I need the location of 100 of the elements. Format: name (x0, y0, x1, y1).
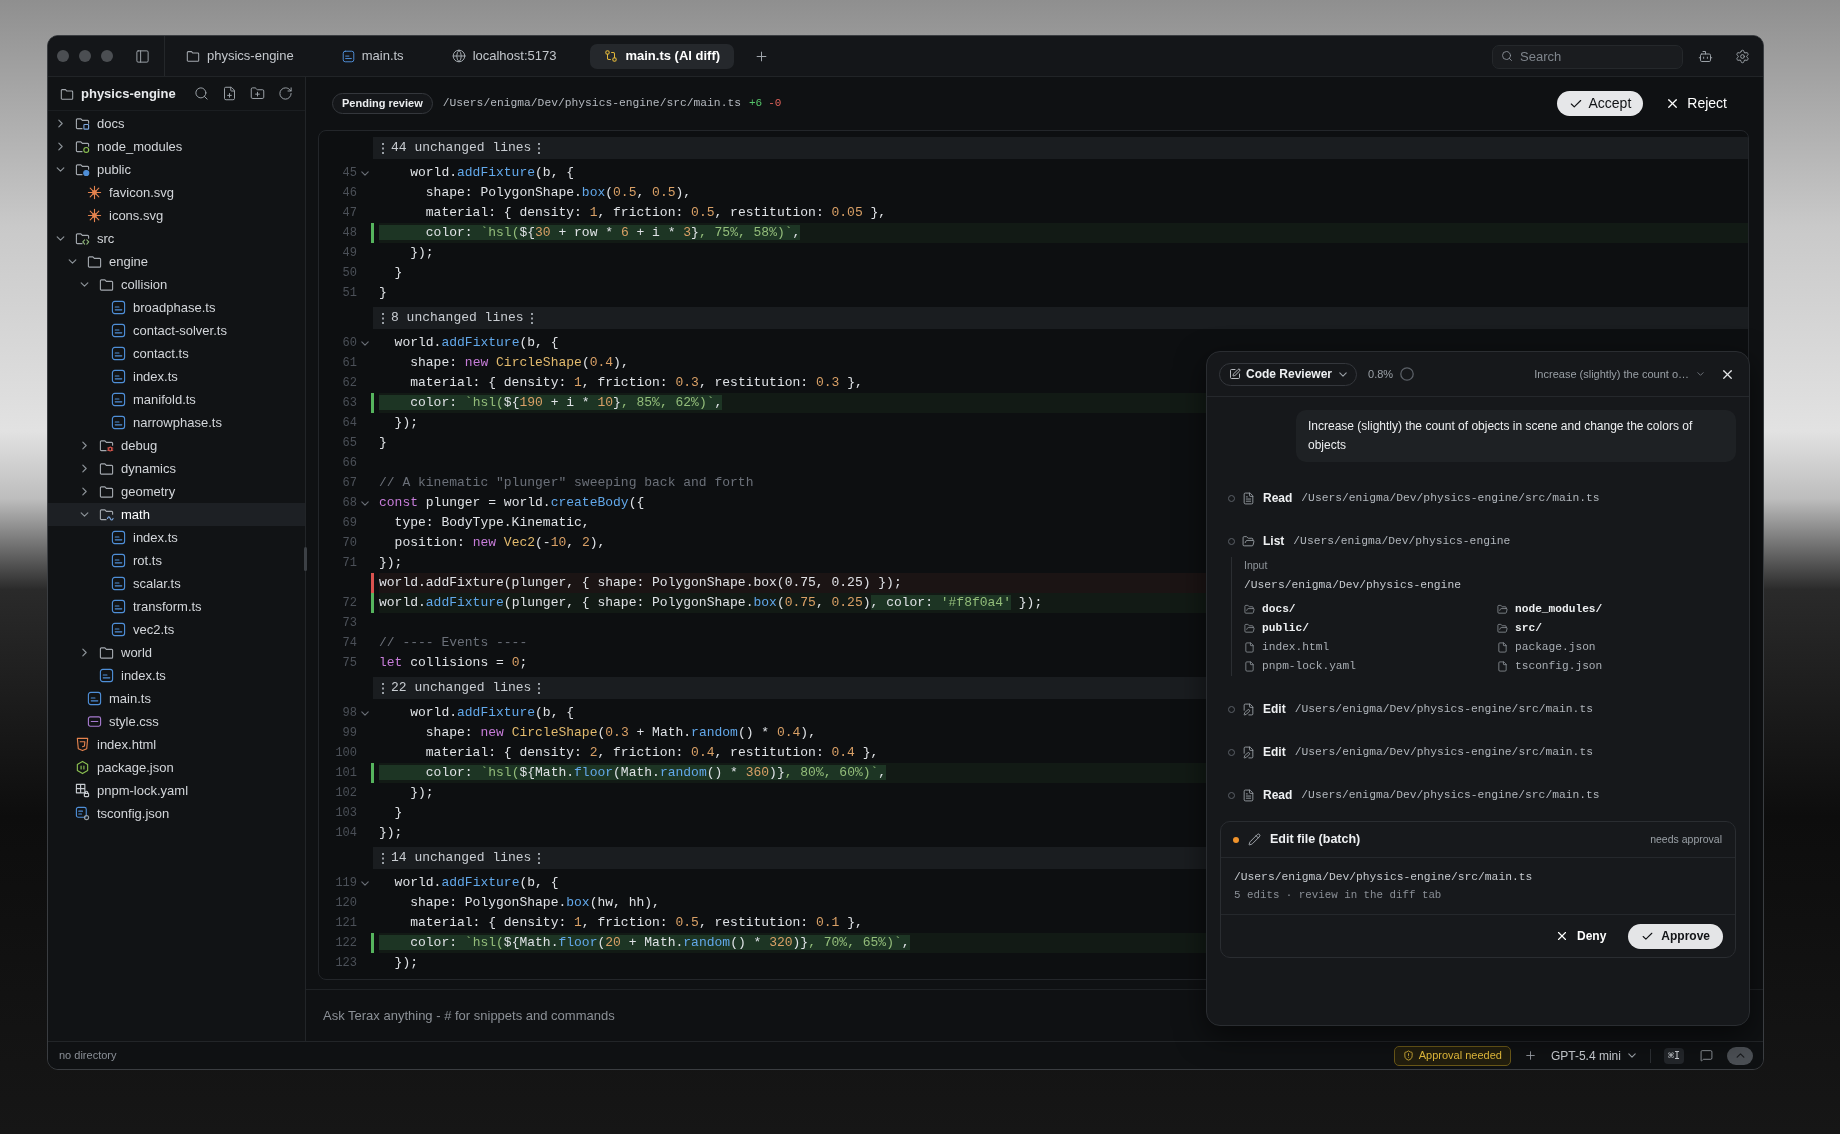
plus-icon[interactable] (1523, 1049, 1537, 1062)
folder-icon (75, 231, 90, 246)
model-selector[interactable]: GPT-5.4 mini (1550, 1046, 1636, 1065)
resize-handle[interactable] (304, 547, 307, 571)
file-tree-item[interactable]: engine (48, 250, 305, 273)
step-action: Read (1263, 787, 1293, 804)
shield-icon (1402, 1050, 1414, 1061)
chevron-down-icon[interactable] (79, 512, 89, 517)
file-tree-item[interactable]: vec2.ts (48, 618, 305, 641)
file-tree-item[interactable]: index.html (48, 733, 305, 756)
fold-chevron-icon[interactable] (361, 880, 369, 886)
approve-button[interactable]: Approve (1628, 923, 1723, 949)
file-tree-item[interactable]: world (48, 641, 305, 664)
chat-input[interactable]: Ask Terax anything - # for snippets and commands (323, 1005, 1143, 1026)
file-tree-item[interactable]: package.json (48, 756, 305, 779)
chevron-right-icon[interactable] (57, 119, 63, 128)
chevron-down-icon[interactable] (55, 236, 65, 241)
reject-button[interactable]: Reject (1657, 91, 1735, 116)
file-tree-item[interactable]: pnpm-lock.yaml (48, 779, 305, 802)
search-field[interactable]: Search (1492, 44, 1683, 69)
tab[interactable]: physics-engine (172, 43, 308, 69)
approval-needed-badge[interactable]: Approval needed (1393, 1045, 1511, 1066)
deny-button[interactable]: Deny (1550, 923, 1611, 949)
file-tree-item[interactable]: rot.ts (48, 549, 305, 572)
file-tree-item[interactable]: broadphase.ts (48, 296, 305, 319)
file-tree-item[interactable]: index.ts (48, 664, 305, 687)
folder-icon (1244, 604, 1255, 615)
file-tree-item[interactable]: style.css (48, 710, 305, 733)
file-path: /Users/enigma/Dev/physics-engine/src/main.ts (442, 96, 741, 112)
step-action: Edit (1263, 701, 1286, 718)
step-action: Edit (1263, 744, 1286, 761)
expand-unchanged-button[interactable]: 44 unchanged lines (373, 137, 1748, 159)
file-tree-item[interactable]: public (48, 158, 305, 181)
new-folder-icon[interactable] (250, 86, 265, 101)
chevron-down-icon[interactable] (55, 167, 65, 172)
code-line: }); (393, 414, 418, 432)
line-number: 66 (342, 455, 357, 472)
file-tree-item[interactable]: contact.ts (48, 342, 305, 365)
chevron-right-icon[interactable] (81, 648, 87, 657)
entry-name: src/ (1515, 621, 1542, 637)
file-tree-item[interactable]: icons.svg (48, 204, 305, 227)
file-tree-item[interactable]: math (48, 503, 305, 526)
added-count: +6 (749, 96, 763, 112)
new-tab-icon[interactable] (754, 48, 770, 64)
project-title: physics-engine (81, 84, 176, 103)
fold-chevron-icon[interactable] (361, 170, 369, 176)
file-tree-item[interactable]: manifold.ts (48, 388, 305, 411)
folder-icon (60, 86, 74, 101)
sidebar-toggle-icon[interactable] (135, 48, 150, 64)
search-icon[interactable] (194, 86, 209, 101)
chevron-down-icon[interactable] (79, 282, 89, 287)
chevron-right-icon[interactable] (81, 464, 87, 473)
fold-chevron-icon[interactable] (361, 500, 369, 506)
file-tree-item[interactable]: src (48, 227, 305, 250)
file-tree-item[interactable]: docs (48, 112, 305, 135)
chevron-right-icon[interactable] (81, 441, 87, 450)
code-line: world.addFixture(b, { (409, 704, 575, 722)
file-tree-item[interactable]: debug (48, 434, 305, 457)
removed-count: -0 (768, 96, 782, 112)
line-number: 49 (342, 245, 357, 262)
code-file-icon (111, 530, 126, 545)
file-tree-item[interactable]: index.ts (48, 526, 305, 549)
expand-unchanged-button[interactable]: 8 unchanged lines (373, 307, 1748, 329)
file-tree-item[interactable]: narrowphase.ts (48, 411, 305, 434)
line-number: 48 (342, 225, 357, 242)
folder-icon (1497, 623, 1508, 634)
chat-icon[interactable] (1700, 1049, 1713, 1062)
file-tree-item[interactable]: geometry (48, 480, 305, 503)
new-file-icon[interactable] (222, 86, 237, 101)
refresh-icon[interactable] (278, 86, 293, 101)
file-tree-item[interactable]: favicon.svg (48, 181, 305, 204)
file-tree-item[interactable]: collision (48, 273, 305, 296)
accept-button[interactable]: Accept (1556, 91, 1644, 116)
fold-chevron-icon[interactable] (361, 710, 369, 716)
chevron-down-icon[interactable] (67, 259, 77, 264)
file-tree-item[interactable]: scalar.ts (48, 572, 305, 595)
code-line: }); (409, 784, 434, 802)
file-tree-item[interactable]: tsconfig.json (48, 802, 305, 825)
robot-icon[interactable] (1698, 48, 1713, 64)
file-tree-item[interactable]: main.ts (48, 687, 305, 710)
tab[interactable]: main.ts (327, 43, 418, 69)
chevron-down-icon (1697, 372, 1704, 376)
folder-icon (1497, 604, 1508, 615)
file-tree-item[interactable]: transform.ts (48, 595, 305, 618)
chevron-right-icon[interactable] (81, 487, 87, 496)
file-tree-item[interactable]: node_modules (48, 135, 305, 158)
compare-icon (604, 49, 619, 63)
tab[interactable]: main.ts (AI diff) (590, 43, 735, 69)
chevron-right-icon[interactable] (57, 142, 63, 151)
file-tree-item[interactable]: contact-solver.ts (48, 319, 305, 342)
code-line: world.addFixture(b, { (393, 334, 559, 352)
edit-summary: 5 edits · review in the diff tab (1234, 888, 1442, 903)
code-line: world.addFixture(b, { (393, 874, 559, 892)
file-tree-item[interactable]: index.ts (48, 365, 305, 388)
tab[interactable]: localhost:5173 (437, 43, 571, 69)
thread-selector[interactable]: Increase (slightly) the count o… (1534, 365, 1704, 383)
code-file-icon (111, 415, 126, 430)
settings-icon[interactable] (1735, 48, 1750, 64)
fold-chevron-icon[interactable] (361, 340, 369, 346)
file-tree-item[interactable]: dynamics (48, 457, 305, 480)
